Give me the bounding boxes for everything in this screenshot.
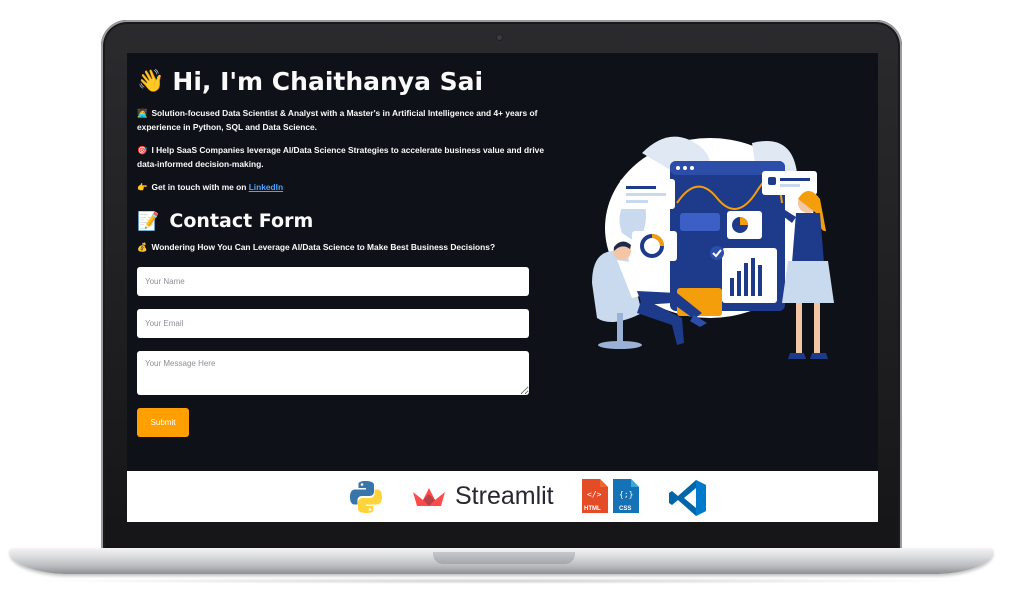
streamlit-logo: Streamlit [411,482,554,511]
contact-form-title: 📝 Contact Form [137,210,547,232]
main-content: 👋 Hi, I'm Chaithanya Sai 🧑‍💻 Solution-foc… [137,67,547,437]
page-title-text: Hi, I'm Chaithanya Sai [172,67,484,96]
money-bag-icon: 💰 [137,242,148,252]
streamlit-label: Streamlit [455,482,554,510]
submit-button[interactable]: Submit [137,408,189,437]
contact-form-title-text: Contact Form [169,210,314,232]
intro-text: Solution-focused Data Scientist & Analys… [137,108,538,132]
tech-stack-banner: Streamlit </> HTML {;} CSS [127,471,878,522]
svg-text:{;}: {;} [619,490,633,499]
streamlit-crown-icon [413,487,445,506]
vscode-logo-icon [669,480,706,516]
data-science-illustration [592,136,834,359]
linkedin-link[interactable]: LinkedIn [249,182,283,192]
message-textarea[interactable] [137,351,529,395]
contact-paragraph: 👉 Get in touch with me on LinkedIn [137,180,547,194]
laptop-shadow [30,578,975,584]
css-file-icon: {;} CSS [613,479,639,513]
technologist-icon: 🧑‍💻 [137,108,148,118]
laptop-notch [433,552,575,564]
help-text: I Help SaaS Companies leverage AI/Data S… [137,145,544,169]
contact-form-subtitle: 💰 Wondering How You Can Leverage AI/Data … [137,242,547,253]
waving-hand-icon: 👋 [137,69,165,94]
contact-form-subtitle-text: Wondering How You Can Leverage AI/Data S… [151,242,496,252]
target-icon: 🎯 [137,145,148,155]
pointing-hand-icon: 👉 [137,182,148,192]
css-label: CSS [619,506,631,512]
memo-icon: 📝 [137,210,160,232]
python-logo-icon [350,481,382,513]
page-title: 👋 Hi, I'm Chaithanya Sai [137,67,547,96]
help-paragraph: 🎯 I Help SaaS Companies leverage AI/Data … [137,143,547,171]
html-label: HTML [584,506,601,512]
laptop-screen: 👋 Hi, I'm Chaithanya Sai 🧑‍💻 Solution-foc… [127,53,878,522]
svg-text:</>: </> [587,490,602,499]
email-input[interactable] [137,309,529,338]
html-file-icon: </> HTML [582,479,608,513]
intro-paragraph: 🧑‍💻 Solution-focused Data Scientist & Ana… [137,106,547,134]
camera-icon [497,35,502,40]
contact-prefix: Get in touch with me on [151,182,249,192]
name-input[interactable] [137,267,529,296]
